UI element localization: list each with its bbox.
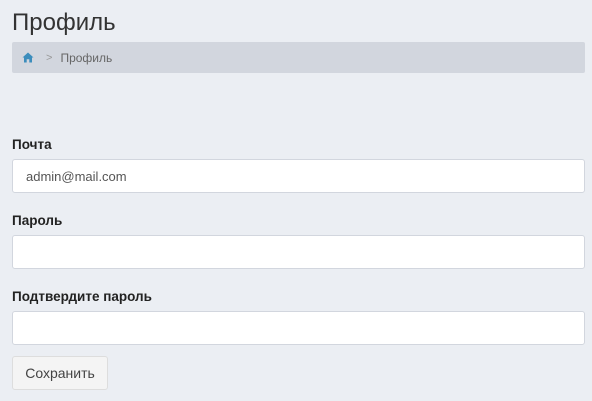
breadcrumb-separator: > — [46, 51, 53, 64]
confirm-password-label: Подтвердите пароль — [12, 289, 152, 304]
password-label: Пароль — [12, 213, 63, 228]
email-form-group: Почта — [12, 137, 585, 193]
save-button[interactable]: Сохранить — [12, 356, 108, 390]
confirm-password-form-group: Подтвердите пароль — [12, 289, 585, 345]
breadcrumb-current: Профиль — [60, 50, 113, 65]
breadcrumb: > Профиль — [12, 42, 585, 73]
profile-page: Профиль > Профиль Почта Пароль Подтверди… — [0, 0, 592, 401]
page-title: Профиль — [12, 9, 116, 36]
home-icon[interactable] — [22, 52, 34, 64]
password-field[interactable] — [12, 235, 585, 269]
password-form-group: Пароль — [12, 213, 585, 269]
email-label: Почта — [12, 137, 52, 152]
confirm-password-field[interactable] — [12, 311, 585, 345]
email-field[interactable] — [12, 159, 585, 193]
